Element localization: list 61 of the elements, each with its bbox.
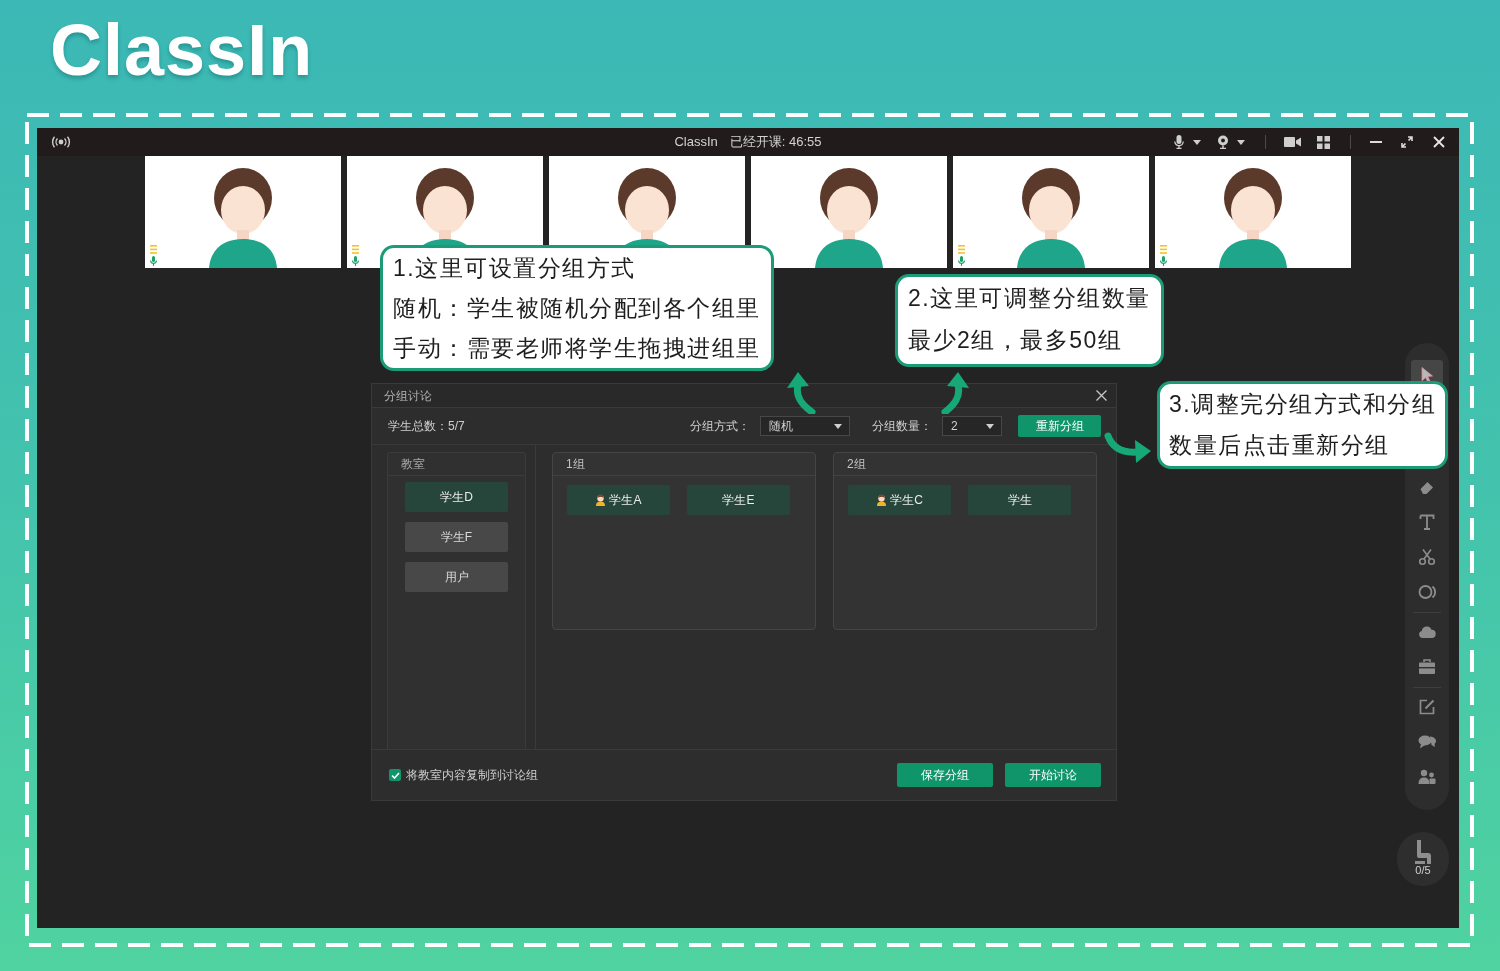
- window-title: ClassIn: [674, 133, 718, 152]
- callout-text: 最少2组，最多50组: [908, 326, 1124, 355]
- hand-raise-button[interactable]: 0/5: [1397, 832, 1449, 886]
- student-total: 学生总数：5/7: [388, 418, 465, 435]
- callout-text: 随机：学生被随机分配到各个组里: [393, 294, 761, 323]
- broadcast-icon[interactable]: [51, 136, 71, 148]
- student-chip[interactable]: 学生A: [567, 485, 670, 515]
- video-camera-icon[interactable]: [1284, 136, 1301, 148]
- cursor-icon: [1418, 366, 1436, 384]
- mic-icon[interactable]: [1174, 135, 1184, 149]
- checkbox[interactable]: [389, 769, 401, 781]
- callout-text: 手动：需要老师将学生拖拽进组里: [393, 334, 761, 363]
- dialog-button[interactable]: 开始讨论: [1005, 763, 1101, 787]
- count-label: 分组数量：: [872, 418, 932, 435]
- student-chip[interactable]: 学生E: [687, 485, 790, 515]
- student-chip[interactable]: 用户: [405, 562, 508, 592]
- scissors-icon: [1418, 548, 1436, 566]
- elapsed-time: 已经开课: 46:55: [729, 133, 822, 152]
- seat-icon: [1415, 840, 1431, 864]
- caret-icon[interactable]: [1237, 139, 1245, 145]
- curved-arrow: [786, 372, 816, 414]
- logo: ClassIn: [50, 14, 314, 86]
- resize-icon[interactable]: [1401, 136, 1413, 148]
- text-tool-icon: [1418, 513, 1436, 531]
- dialog-title: 分组讨论: [384, 387, 432, 405]
- volume-bars-icon: [352, 245, 359, 254]
- dialog-button[interactable]: 保存分组: [897, 763, 993, 787]
- grid-icon[interactable]: [1317, 135, 1330, 149]
- student-chip[interactable]: 学生: [968, 485, 1071, 515]
- student-chip[interactable]: 学生F: [405, 522, 508, 552]
- student-chip[interactable]: 学生D: [405, 482, 508, 512]
- regroup-button[interactable]: 重新分组: [1018, 415, 1101, 437]
- edit-icon: [1418, 698, 1436, 716]
- cloud-icon: [1418, 623, 1436, 641]
- callout-text: 数量后点击重新分组: [1169, 431, 1391, 460]
- caret-icon: [834, 423, 842, 429]
- mode-label: 分组方式：: [690, 418, 750, 435]
- chat-bubbles-icon: [1418, 733, 1436, 751]
- classroom-title: 教室: [401, 456, 425, 473]
- student-chip[interactable]: 学生C: [848, 485, 951, 515]
- close-icon[interactable]: [1433, 136, 1445, 148]
- checkbox-label: 将教室内容复制到讨论组: [406, 767, 538, 784]
- volume-bars-icon: [150, 245, 157, 254]
- volume-bars-icon: [1160, 245, 1167, 254]
- mode-dropdown[interactable]: 随机: [760, 416, 850, 436]
- callout-text: 1.这里可设置分组方式: [393, 254, 637, 283]
- caret-icon[interactable]: [1193, 139, 1201, 145]
- users-icon: [1418, 768, 1436, 786]
- volume-bars-icon: [958, 245, 965, 254]
- group-title: 1组: [566, 456, 585, 473]
- callout-text: 3.调整完分组方式和分组: [1169, 390, 1437, 419]
- callout-text: 2.这里可调整分组数量: [908, 284, 1151, 313]
- curved-arrow: [940, 372, 970, 414]
- count-dropdown[interactable]: 2: [942, 416, 1002, 436]
- shapes-icon: [1418, 583, 1436, 601]
- close-icon[interactable]: [1096, 390, 1107, 401]
- webcam-icon[interactable]: [1217, 135, 1229, 149]
- group-title: 2组: [847, 456, 866, 473]
- curved-arrow: [1104, 432, 1152, 466]
- toolbox-icon: [1418, 658, 1436, 676]
- caret-icon: [986, 423, 994, 429]
